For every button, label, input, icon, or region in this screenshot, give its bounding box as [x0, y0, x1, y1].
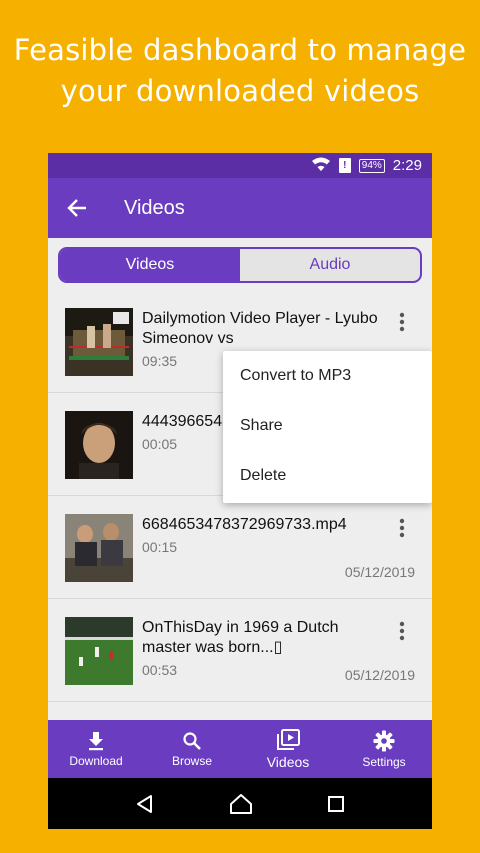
- promo-line-2: your downloaded videos: [60, 74, 420, 108]
- video-thumbnail: [65, 514, 133, 582]
- status-time: 2:29: [392, 157, 422, 174]
- sim-icon: !: [338, 158, 351, 173]
- promo-headline: Feasible dashboard to manage your downlo…: [0, 30, 480, 112]
- menu-item-share[interactable]: Share: [223, 401, 432, 451]
- search-icon: [183, 731, 201, 750]
- video-row[interactable]: OnThisDay in 1969 a Dutch master was bor…: [48, 600, 432, 702]
- back-triangle-icon[interactable]: [135, 794, 155, 814]
- menu-item-convert-mp3[interactable]: Convert to MP3: [223, 351, 432, 401]
- more-options-button[interactable]: [392, 517, 412, 539]
- nav-videos-label: Videos: [266, 753, 310, 770]
- video-date: 05/12/2019: [344, 564, 415, 580]
- video-duration: 00:05: [142, 436, 178, 452]
- bottom-navigation: Download Browse Videos Settings: [48, 720, 432, 778]
- video-thumbnail: [65, 411, 133, 479]
- phone-screen: ! 94% 2:29 Videos Videos Audio Dailymoti…: [48, 153, 432, 829]
- app-bar: Videos: [48, 178, 432, 238]
- page-title: Videos: [124, 196, 185, 219]
- video-duration: 00:53: [142, 662, 178, 678]
- home-icon[interactable]: [229, 793, 253, 815]
- arrow-left-icon: [67, 199, 86, 217]
- video-duration: 00:15: [142, 539, 178, 555]
- media-type-tabs: Videos Audio: [58, 247, 422, 283]
- system-navigation-bar: [48, 778, 432, 829]
- more-vert-icon: [399, 621, 405, 641]
- nav-settings-label: Settings: [362, 754, 406, 769]
- promo-line-1: Feasible dashboard to manage: [13, 33, 467, 67]
- video-thumbnail: [65, 308, 133, 376]
- download-icon: [89, 731, 103, 750]
- video-title: OnThisDay in 1969 a Dutch master was bor…: [142, 619, 339, 656]
- nav-download[interactable]: Download: [48, 720, 144, 778]
- video-title: 6684653478372969733.mp4: [142, 516, 347, 533]
- nav-browse[interactable]: Browse: [144, 720, 240, 778]
- nav-download-label: Download: [69, 753, 123, 768]
- menu-item-delete[interactable]: Delete: [223, 451, 432, 501]
- nav-videos[interactable]: Videos: [240, 720, 336, 778]
- video-title: Dailymotion Video Player - Lyubo Simeono…: [142, 310, 378, 347]
- more-vert-icon: [399, 312, 405, 332]
- video-thumbnail: [65, 617, 133, 685]
- battery-indicator: 94%: [358, 158, 385, 173]
- status-bar: ! 94% 2:29: [48, 153, 432, 178]
- video-date: 05/12/2019: [344, 667, 415, 683]
- more-options-button[interactable]: [392, 311, 412, 333]
- back-button[interactable]: [48, 178, 106, 238]
- video-library-icon: [277, 728, 300, 750]
- context-menu: Convert to MP3 Share Delete: [223, 351, 432, 503]
- gear-icon: [373, 730, 395, 751]
- video-row[interactable]: 6684653478372969733.mp4 00:15 05/12/2019: [48, 497, 432, 599]
- more-vert-icon: [399, 518, 405, 538]
- more-options-button[interactable]: [392, 620, 412, 642]
- nav-settings[interactable]: Settings: [336, 720, 432, 778]
- recents-square-icon[interactable]: [327, 795, 345, 813]
- wifi-icon: [311, 156, 331, 176]
- tab-videos[interactable]: Videos: [60, 249, 240, 281]
- video-duration: 09:35: [142, 353, 178, 369]
- nav-browse-label: Browse: [171, 753, 212, 768]
- tab-audio[interactable]: Audio: [240, 249, 420, 281]
